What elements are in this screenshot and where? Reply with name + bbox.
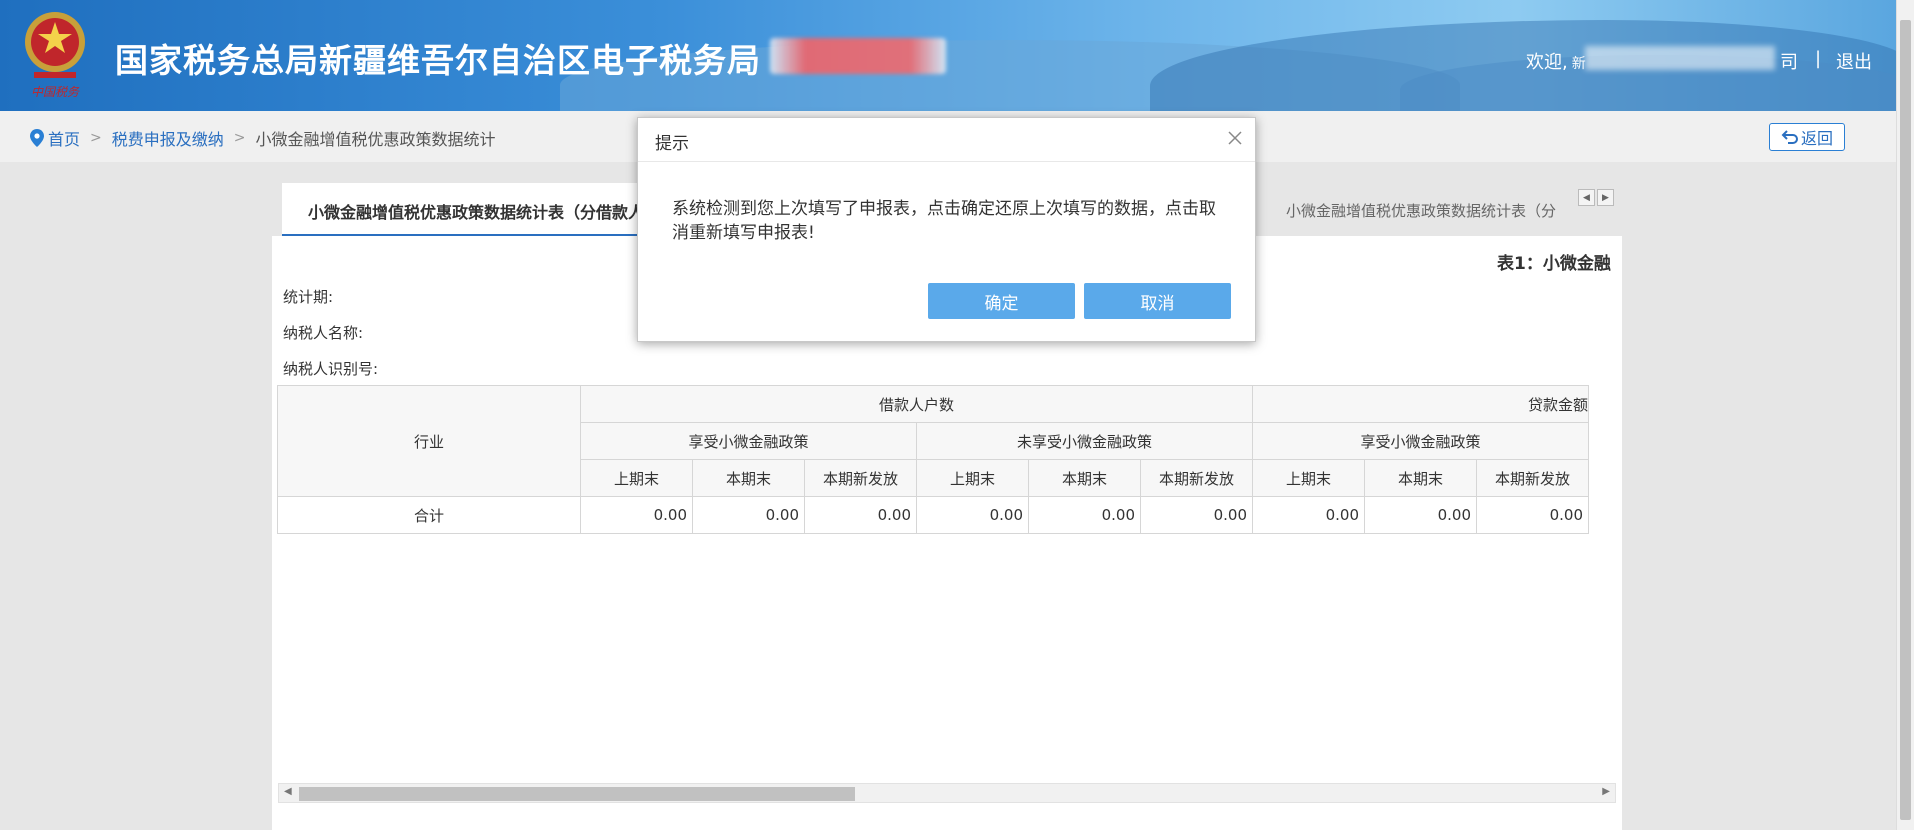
page-scrollbar[interactable] xyxy=(1896,0,1914,830)
dialog-title: 提示 xyxy=(655,134,689,154)
tab-other-statistics[interactable]: 小微金融增值税优惠政策数据统计表（分 xyxy=(1286,183,1592,236)
table-cell[interactable]: 0.00 xyxy=(1364,496,1477,534)
welcome-text: 欢迎, 新 xyxy=(1526,52,1586,73)
col-new: 本期新发放 xyxy=(1476,459,1589,497)
breadcrumb-current: 小微金融增值税优惠政策数据统计 xyxy=(255,130,496,149)
industry-header: 行业 xyxy=(277,385,581,497)
table-cell[interactable]: 0.00 xyxy=(692,496,805,534)
breadcrumb-separator: > xyxy=(233,130,246,146)
taxpayer-name-label: 纳税人名称: xyxy=(283,324,364,342)
back-button-label: 返回 xyxy=(1800,129,1833,148)
table-cell[interactable]: 0.00 xyxy=(804,496,917,534)
col-prev-end: 上期末 xyxy=(916,459,1029,497)
header-separator: | xyxy=(1815,48,1822,69)
table-cell[interactable]: 0.00 xyxy=(1028,496,1141,534)
dialog-buttons: 确定 取消 xyxy=(928,283,1231,319)
table-cell[interactable]: 0.00 xyxy=(1140,496,1253,534)
close-icon[interactable] xyxy=(1227,130,1243,146)
back-button[interactable]: 返回 xyxy=(1769,123,1845,151)
page-scrollbar-thumb[interactable] xyxy=(1900,20,1911,820)
table-scrollbar-thumb[interactable] xyxy=(299,787,855,801)
tab-scroll-controls: ◀ ▶ xyxy=(1578,189,1614,206)
redacted-region xyxy=(770,38,946,74)
breadcrumb-home-link[interactable]: 首页 xyxy=(48,126,80,150)
username-suffix: 司 xyxy=(1780,52,1798,73)
table-horizontal-scrollbar[interactable]: ◀ ▶ xyxy=(278,783,1616,803)
table-cell[interactable]: 0.00 xyxy=(1252,496,1365,534)
borrower-not-enjoy-header: 未享受小微金融政策 xyxy=(916,422,1253,460)
borrower-count-header: 借款人户数 xyxy=(580,385,1253,423)
col-curr-end: 本期末 xyxy=(1028,459,1141,497)
location-pin-icon xyxy=(30,129,44,147)
col-prev-end: 上期末 xyxy=(1252,459,1365,497)
sheet-title: 表1：小微金融 xyxy=(1497,254,1611,274)
breadcrumb: 首页 > 税费申报及缴纳 > 小微金融增值税优惠政策数据统计 xyxy=(30,126,496,150)
site-header: 中国税务 国家税务总局新疆维吾尔自治区电子税务局 欢迎, 新 司 | 退出 xyxy=(0,0,1896,111)
breadcrumb-separator: > xyxy=(90,130,102,146)
site-title: 国家税务总局新疆维吾尔自治区电子税务局 xyxy=(115,41,761,80)
col-curr-end: 本期末 xyxy=(692,459,805,497)
tab-next-icon[interactable]: ▶ xyxy=(1597,189,1614,206)
table-row: 合计 0.00 0.00 0.00 0.00 0.00 0.00 0.00 0.… xyxy=(277,496,1589,534)
tab-by-borrower[interactable]: 小微金融增值税优惠政策数据统计表（分借款人 xyxy=(282,183,662,236)
return-arrow-icon xyxy=(1781,130,1798,144)
scroll-right-icon[interactable]: ▶ xyxy=(1602,786,1610,797)
taxpayer-id-label: 纳税人识别号: xyxy=(283,360,379,378)
table-cell[interactable]: 0.00 xyxy=(580,496,693,534)
col-new: 本期新发放 xyxy=(1140,459,1253,497)
table-cell[interactable]: 0.00 xyxy=(1476,496,1589,534)
tab-prev-icon[interactable]: ◀ xyxy=(1578,189,1595,206)
logout-link[interactable]: 退出 xyxy=(1836,48,1872,74)
statistics-table: 行业 借款人户数 贷款金额 享受小微金融政策 未享受小微金融政策 享受小微金融政… xyxy=(277,385,1589,534)
restore-data-dialog: 提示 系统检测到您上次填写了申报表，点击确定还原上次填写的数据，点击取消重新填写… xyxy=(637,117,1256,342)
scroll-left-icon[interactable]: ◀ xyxy=(284,786,292,797)
tax-emblem-icon: 中国税务 xyxy=(25,12,85,99)
period-label: 统计期: xyxy=(283,288,334,306)
loan-enjoy-header: 享受小微金融政策 xyxy=(1252,422,1589,460)
confirm-button[interactable]: 确定 xyxy=(928,283,1075,319)
svg-text:中国税务: 中国税务 xyxy=(31,85,80,99)
col-prev-end: 上期末 xyxy=(580,459,693,497)
loan-amount-header: 贷款金额 xyxy=(1252,385,1589,423)
borrower-enjoy-header: 享受小微金融政策 xyxy=(580,422,917,460)
dialog-message: 系统检测到您上次填写了申报表，点击确定还原上次填写的数据，点击取消重新填写申报表… xyxy=(672,199,1216,243)
cancel-button[interactable]: 取消 xyxy=(1084,283,1231,319)
col-new: 本期新发放 xyxy=(804,459,917,497)
statistics-table-viewport: 行业 借款人户数 贷款金额 享受小微金融政策 未享受小微金融政策 享受小微金融政… xyxy=(277,385,1617,535)
table-cell[interactable]: 0.00 xyxy=(916,496,1029,534)
breadcrumb-section-link[interactable]: 税费申报及缴纳 xyxy=(112,126,224,150)
dialog-header: 提示 xyxy=(638,118,1255,162)
redacted-username xyxy=(1585,46,1775,70)
total-label: 合计 xyxy=(277,496,581,534)
col-curr-end: 本期末 xyxy=(1364,459,1477,497)
